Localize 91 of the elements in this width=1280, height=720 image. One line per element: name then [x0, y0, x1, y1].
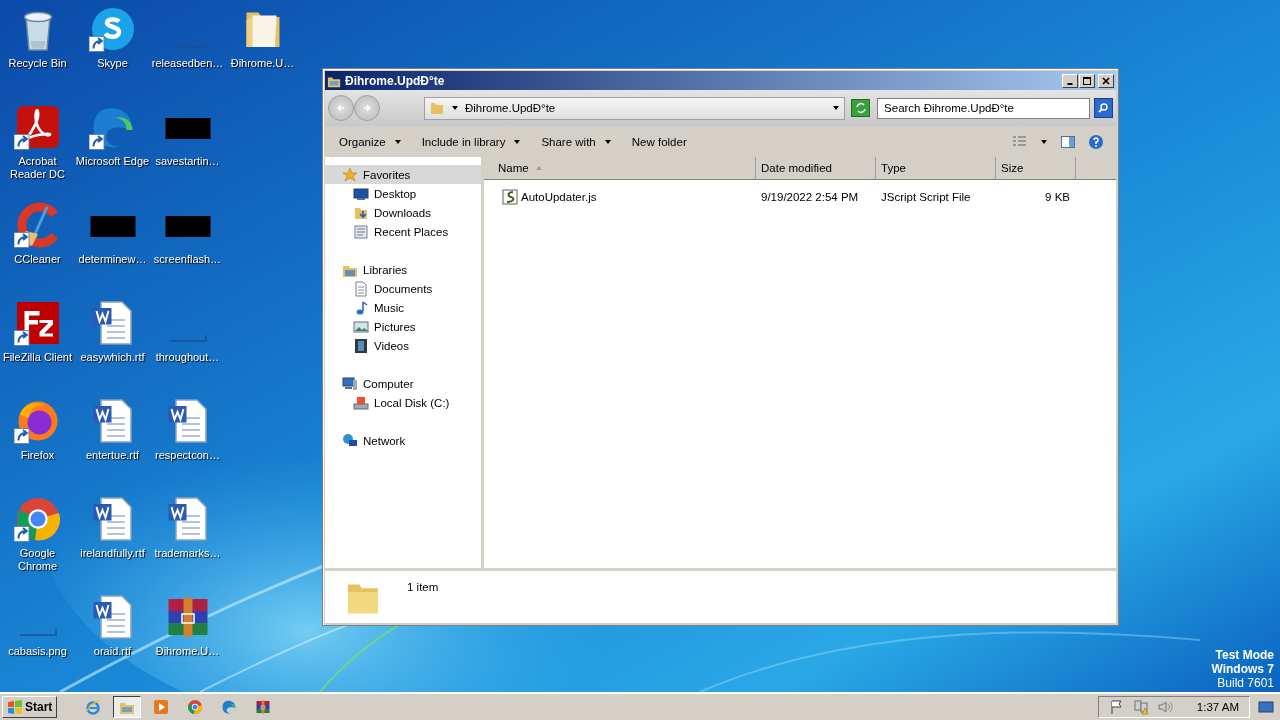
window-title: Đihrome.UpdÐ°te: [345, 73, 446, 88]
desktop-icon-label[interactable]: Acrobat Reader DC: [0, 155, 75, 181]
desktop-icon-label[interactable]: savestartin…: [150, 155, 225, 168]
desktop-icon-label[interactable]: Microsoft Edge: [75, 155, 150, 168]
desktop-icon[interactable]: [88, 5, 137, 53]
column-header[interactable]: Date modified: [756, 157, 876, 179]
watermark-notice-text: Windows 7: [1211, 662, 1274, 676]
nav-item[interactable]: Downloads: [325, 203, 481, 222]
toolbar-button[interactable]: Share with: [533, 132, 620, 151]
film-icon: [353, 337, 369, 354]
close-button[interactable]: [1098, 73, 1114, 88]
nav-item[interactable]: Libraries: [325, 260, 481, 279]
archive-icon: [255, 699, 272, 715]
nav-item[interactable]: Pictures: [325, 317, 481, 336]
help-icon[interactable]: [1088, 133, 1104, 150]
nav-item[interactable]: Music: [325, 298, 481, 317]
desktop-icon-label[interactable]: determinew…: [75, 253, 150, 266]
toolbar-button[interactable]: New folder: [623, 132, 695, 151]
desktop-icon-label[interactable]: Recycle Bin: [0, 57, 75, 70]
folder-icon: [429, 100, 445, 116]
drive-icon: [353, 394, 369, 411]
desktop-icon-label[interactable]: Firefox: [0, 449, 75, 462]
toolbar-button[interactable]: Include in library: [413, 132, 530, 151]
refresh-icon: [854, 102, 867, 114]
size-cell-text: 9 KB: [1044, 191, 1071, 203]
document-icon: [353, 280, 369, 297]
desktop-icon-label[interactable]: easywhich.rtf: [75, 351, 150, 364]
caret-icon[interactable]: [451, 104, 459, 112]
windows-logo-icon: [7, 699, 23, 715]
address-bar[interactable]: Đihrome.UpdÐ°te: [424, 96, 846, 120]
preview-pane-icon[interactable]: [1060, 133, 1076, 150]
media-player-icon: [153, 699, 170, 715]
type-cell-text: JScript Script File: [880, 191, 972, 203]
script-file-icon: [502, 189, 518, 205]
desktop-icon-label[interactable]: respectcon…: [150, 449, 225, 462]
watermark-notice-text: Build 7601: [1217, 676, 1274, 690]
column-header[interactable]: Size: [996, 157, 1076, 179]
nav-item[interactable]: Recent Places: [325, 222, 481, 241]
network-icon: [342, 432, 358, 449]
caret-icon[interactable]: [832, 104, 841, 112]
desktop-icon[interactable]: [13, 299, 62, 347]
column-header[interactable]: Type: [876, 157, 996, 179]
clock[interactable]: 1:37 AM: [1196, 701, 1239, 713]
show-desktop-icon[interactable]: [1258, 699, 1274, 715]
flag-icon[interactable]: [1108, 699, 1125, 715]
toolbar-button[interactable]: Organize: [331, 132, 410, 151]
nav-item[interactable]: Computer: [325, 374, 481, 393]
nav-item[interactable]: Documents: [325, 279, 481, 298]
browser-icon: [187, 699, 204, 715]
star-icon: [342, 166, 358, 183]
desktop-icon[interactable]: [13, 495, 62, 543]
nav-item[interactable]: Favorites: [325, 165, 481, 184]
desktop-icon-label[interactable]: entertue.rtf: [75, 449, 150, 462]
monitor-icon: [353, 185, 369, 202]
start-button[interactable]: Start: [2, 696, 58, 718]
browser-icon: [85, 699, 102, 715]
date-cell-text: 9/19/2022 2:54 PM: [760, 191, 860, 203]
item-count: 1 item: [407, 581, 439, 593]
close-icon: [1101, 75, 1111, 86]
desktop-icon[interactable]: [13, 103, 62, 151]
nav-item[interactable]: Videos: [325, 336, 481, 355]
desktop-icon-label[interactable]: CCleaner: [0, 253, 75, 266]
maximize-button[interactable]: [1079, 73, 1095, 88]
search-field[interactable]: Search Đihrome.UpdÐ°te: [877, 97, 1090, 119]
caret-icon[interactable]: [1040, 137, 1048, 146]
minimize-icon: [1067, 82, 1073, 85]
computer-icon: [342, 375, 358, 392]
desktop-icon-label[interactable]: irelandfully.rtf: [75, 547, 150, 560]
desktop-icon-label[interactable]: throughout…: [150, 351, 225, 364]
picture-icon: [353, 318, 369, 335]
nav-item[interactable]: Local Disk (C:): [325, 393, 481, 412]
search-icon: [1097, 102, 1110, 114]
desktop-icon-label[interactable]: cabasis.png: [0, 645, 75, 658]
nav-item[interactable]: Desktop: [325, 184, 481, 203]
search-button[interactable]: [1093, 98, 1113, 118]
desktop-icon-label[interactable]: Google Chrome: [0, 547, 75, 573]
desktop-icon-label[interactable]: releasedben…: [150, 57, 225, 70]
minimize-button[interactable]: [1062, 73, 1078, 88]
desktop-icon-label[interactable]: screenflash…: [150, 253, 225, 266]
watermark-notice-text: Test Mode: [1215, 648, 1274, 662]
file-name-cell[interactable]: AutoUpdater.js: [484, 189, 756, 205]
desktop-icon-label[interactable]: Skype: [75, 57, 150, 70]
refresh-button[interactable]: [851, 99, 871, 117]
nav-item[interactable]: Network: [325, 431, 481, 450]
column-header[interactable]: Name: [484, 157, 756, 179]
browser-icon: [221, 699, 238, 715]
desktop-icon-label[interactable]: Đihrome.U…: [225, 57, 300, 70]
recent-places-icon: [353, 223, 369, 240]
desktop-icon-label[interactable]: FileZilla Client: [0, 351, 75, 364]
taskbar-app-button[interactable]: [113, 696, 142, 718]
maximize-icon: [1082, 75, 1092, 86]
